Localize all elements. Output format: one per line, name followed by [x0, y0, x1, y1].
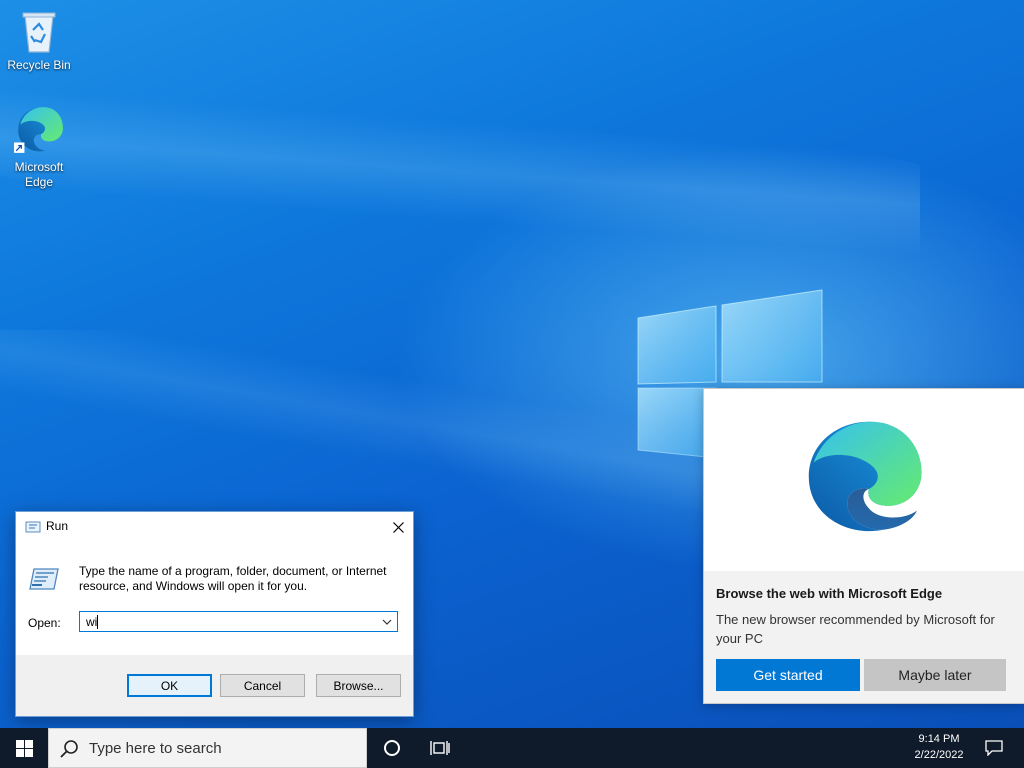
taskbar: Type here to search 9:14 PM 2/22/2022 [0, 728, 1024, 768]
edge-label-line1: Microsoft [14, 160, 64, 174]
edge-icon [14, 107, 63, 153]
close-icon [392, 521, 404, 533]
text-cursor [97, 615, 98, 629]
close-button[interactable] [383, 512, 413, 542]
get-started-button[interactable]: Get started [716, 659, 860, 691]
search-placeholder: Type here to search [89, 740, 222, 757]
cancel-button[interactable]: Cancel [220, 674, 305, 697]
action-center-button[interactable] [978, 728, 1010, 768]
task-view-button[interactable] [418, 728, 462, 768]
open-input-text[interactable]: wi [86, 615, 97, 629]
run-dialog-footer: OK Cancel Browse... [16, 655, 413, 716]
maybe-later-button[interactable]: Maybe later [864, 659, 1006, 691]
run-icon [25, 521, 41, 533]
cortana-button[interactable] [372, 728, 412, 768]
ok-button[interactable]: OK [127, 674, 212, 697]
open-label: Open: [28, 616, 61, 630]
recycle-bin-icon [22, 12, 56, 53]
taskbar-clock[interactable]: 9:14 PM 2/22/2022 [900, 731, 978, 763]
promo-heading: Browse the web with Microsoft Edge [716, 586, 943, 601]
promo-body: The new browser recommended by Microsoft… [716, 612, 995, 646]
cortana-circle-icon [384, 740, 400, 756]
edge-logo-icon [808, 421, 922, 532]
clock-date: 2/22/2022 [914, 749, 964, 761]
recycle-bin-label: Recycle Bin [7, 58, 71, 72]
desktop-icon-recycle-bin[interactable]: Recycle Bin [3, 8, 75, 73]
task-view-icon [430, 741, 450, 755]
run-dialog: Run Type the name of a program, folder, … [15, 511, 414, 717]
clock-time: 9:14 PM [918, 733, 960, 745]
taskbar-search-box[interactable]: Type here to search [48, 728, 367, 768]
start-button[interactable] [0, 728, 48, 768]
edge-label-line2: Edge [24, 175, 54, 189]
chevron-down-icon[interactable] [381, 616, 393, 628]
open-combobox[interactable]: wi [79, 611, 398, 632]
edge-promo-popup: Browse the web with Microsoft Edge The n… [703, 388, 1024, 704]
promo-hero [704, 389, 1024, 571]
run-dialog-title: Run [46, 519, 69, 533]
desktop-icon-edge[interactable]: Microsoft Edge [3, 104, 75, 190]
run-program-icon [29, 568, 59, 590]
browse-button[interactable]: Browse... [316, 674, 401, 697]
run-description: Type the name of a program, folder, docu… [79, 564, 387, 593]
windows-start-icon [15, 739, 33, 757]
run-title-bar[interactable]: Run [16, 512, 413, 542]
search-icon [60, 740, 78, 758]
notification-icon [985, 740, 1003, 756]
